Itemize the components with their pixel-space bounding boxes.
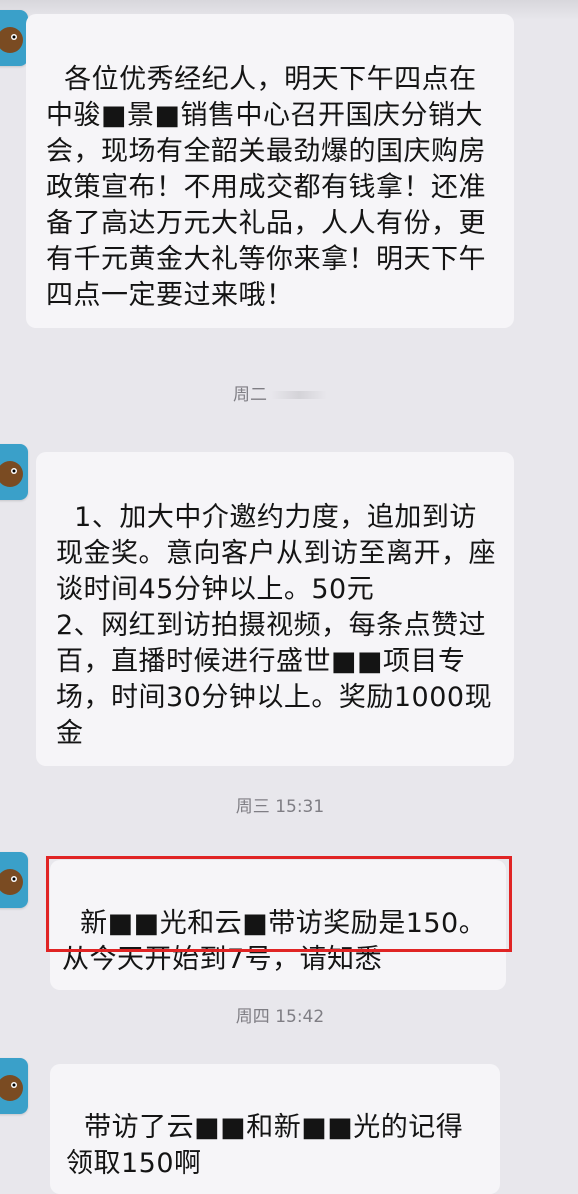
timestamp: 周四 15:42	[235, 1007, 325, 1027]
cartoon-dog-avatar-icon	[0, 1058, 28, 1114]
cartoon-dog-avatar-icon	[0, 852, 28, 908]
timestamp: 周三 15:31	[235, 797, 325, 817]
highlight-annotation-box	[46, 856, 512, 952]
message-bubble[interactable]: 带访了云■■和新■■光的记得领取150啊	[50, 1064, 500, 1194]
message-bubble[interactable]: 1、加大中介邀约力度，追加到访现金奖。意向客户从到访至离开，座谈时间45分钟以上…	[36, 452, 514, 766]
cartoon-dog-avatar-icon	[0, 444, 28, 500]
message-text: 各位优秀经纪人，明天下午四点在中骏■景■销售中心召开国庆分销大会，现场有全韶关最…	[46, 64, 486, 311]
timestamp: 周二	[0, 380, 560, 405]
message-text: 带访了云■■和新■■光的记得领取150啊	[66, 1112, 464, 1179]
sender-avatar[interactable]	[0, 852, 28, 908]
sender-avatar[interactable]	[0, 1058, 28, 1114]
message-text: 1、加大中介邀约力度，追加到访现金奖。意向客户从到访至离开，座谈时间45分钟以上…	[56, 502, 496, 749]
sender-avatar[interactable]	[0, 444, 28, 500]
message-bubble[interactable]: 各位优秀经纪人，明天下午四点在中骏■景■销售中心召开国庆分销大会，现场有全韶关最…	[26, 14, 514, 328]
cartoon-dog-avatar-icon	[0, 10, 28, 66]
sender-avatar[interactable]	[0, 10, 28, 66]
